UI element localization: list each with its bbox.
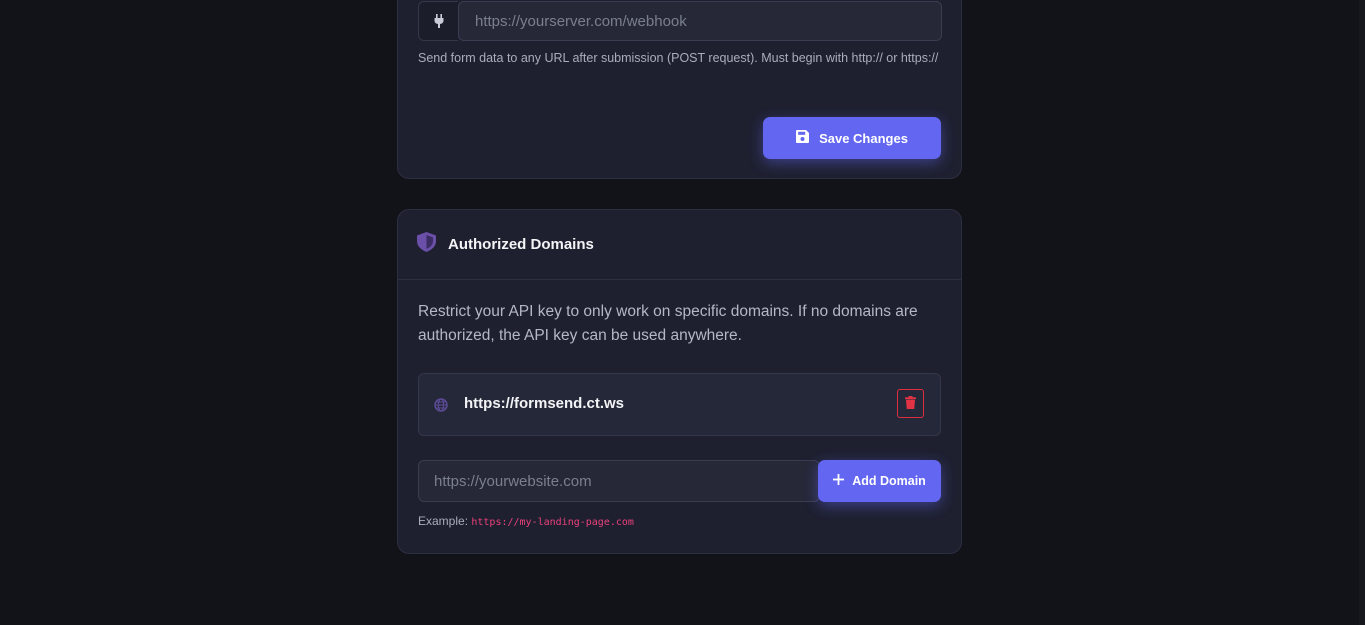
plus-icon (833, 474, 845, 488)
add-domain-label: Add Domain (852, 474, 926, 488)
webhook-help-text: Send form data to any URL after submissi… (418, 51, 939, 65)
domains-description: Restrict your API key to only work on sp… (418, 303, 918, 344)
plug-icon (418, 1, 458, 41)
authorized-domains-card: Authorized Domains Restrict your API key… (397, 209, 962, 554)
webhook-card: Send form data to any URL after submissi… (397, 0, 962, 179)
example-hint: Example: https://my-landing-page.com (418, 514, 634, 528)
floppy-disk-icon (796, 130, 810, 146)
add-domain-button[interactable]: Add Domain (818, 460, 941, 502)
save-changes-label: Save Changes (819, 130, 908, 146)
example-label: Example: (418, 514, 469, 528)
domain-list-item: https://formsend.ct.ws (418, 373, 941, 436)
card-title: Authorized Domains (448, 236, 594, 253)
globe-icon (434, 398, 448, 417)
webhook-url-input[interactable] (458, 1, 942, 41)
domain-url: https://formsend.ct.ws (464, 395, 625, 412)
delete-domain-button[interactable] (897, 389, 924, 418)
trash-icon (905, 395, 916, 412)
webhook-url-group (418, 1, 942, 41)
domain-url-input[interactable] (418, 460, 820, 502)
card-header: Authorized Domains (398, 210, 961, 280)
example-url: https://my-landing-page.com (471, 517, 634, 528)
save-changes-button[interactable]: Save Changes (763, 117, 941, 159)
shield-icon (417, 232, 436, 257)
page-scrollbar[interactable] (1359, 0, 1365, 625)
